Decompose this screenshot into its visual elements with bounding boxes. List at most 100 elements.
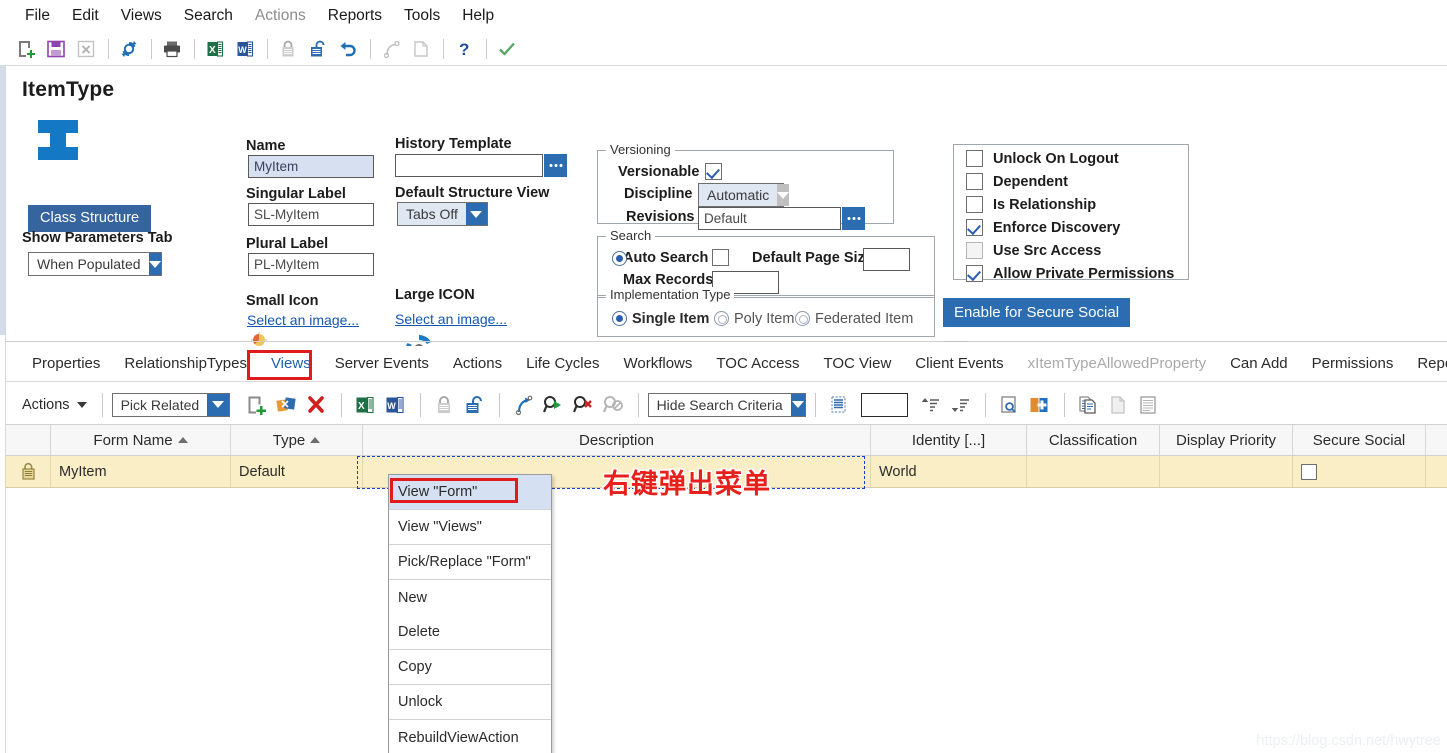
context-menu-item-new[interactable]: New	[389, 580, 551, 615]
menu-item-search[interactable]: Search	[173, 4, 244, 28]
default-structure-view-select[interactable]: Tabs Off	[397, 202, 488, 226]
undo-icon[interactable]	[334, 36, 362, 62]
grid-excel-icon[interactable]: X	[351, 392, 379, 418]
chevron-down-icon[interactable]	[148, 253, 161, 275]
radio-federated-item[interactable]	[795, 311, 810, 326]
tab-can-add[interactable]: Can Add	[1218, 351, 1300, 376]
delete-icon[interactable]	[72, 36, 100, 62]
radio-single-item[interactable]	[612, 311, 627, 326]
menu-item-help[interactable]: Help	[451, 4, 505, 28]
enable-for-secure-social-button[interactable]: Enable for Secure Social	[943, 298, 1130, 327]
grid-search-run-icon[interactable]	[539, 392, 567, 418]
singular-label-input[interactable]: SL-MyItem	[248, 203, 374, 226]
grid-sort-asc-icon[interactable]	[916, 392, 944, 418]
grid-header-form-name[interactable]: Form Name	[51, 425, 231, 455]
radio-poly-item[interactable]	[714, 311, 729, 326]
show-parameters-tab-select[interactable]: When Populated	[28, 252, 162, 276]
is-relationship-checkbox[interactable]	[966, 196, 983, 213]
redo-icon[interactable]	[377, 36, 405, 62]
chevron-down-icon[interactable]	[777, 184, 790, 206]
grid-header-identity[interactable]: Identity [...]	[871, 425, 1027, 455]
history-template-input[interactable]	[395, 154, 543, 177]
auto-search-checkbox[interactable]	[712, 249, 729, 266]
refresh-icon[interactable]	[115, 36, 143, 62]
grid-properties-icon[interactable]	[1134, 392, 1162, 418]
flag-row-allow-private-permissions[interactable]: Allow Private Permissions	[966, 265, 1174, 282]
print-icon[interactable]	[158, 36, 186, 62]
grid-pick-icon[interactable]	[272, 392, 300, 418]
flag-row-enforce-discovery[interactable]: Enforce Discovery	[966, 219, 1120, 236]
grid-undo-icon[interactable]	[509, 392, 537, 418]
row-lock-icon[interactable]	[6, 456, 51, 487]
save-icon[interactable]	[42, 36, 70, 62]
tab-views[interactable]: Views	[259, 351, 323, 376]
row-identity[interactable]: World	[871, 456, 1027, 487]
grid-copy-icon[interactable]	[1074, 392, 1102, 418]
grid-header-classification[interactable]: Classification	[1027, 425, 1160, 455]
done-check-icon[interactable]	[493, 36, 521, 62]
tab-actions[interactable]: Actions	[441, 351, 514, 376]
context-menu-item-view-views[interactable]: View "Views"	[389, 510, 551, 545]
tab-workflows[interactable]: Workflows	[611, 351, 704, 376]
panel-splitter[interactable]	[6, 341, 1447, 342]
row-type[interactable]: Default	[231, 456, 363, 487]
tab-relationshiptypes[interactable]: RelationshipTypes	[112, 351, 259, 376]
chevron-down-icon[interactable]	[465, 203, 487, 225]
versionable-checkbox[interactable]	[705, 163, 722, 180]
grid-paste-icon[interactable]	[1104, 392, 1132, 418]
plural-label-input[interactable]: PL-MyItem	[248, 253, 374, 276]
menu-item-actions[interactable]: Actions	[244, 4, 317, 28]
row-secure-social[interactable]	[1293, 456, 1426, 487]
default-page-size-input[interactable]	[863, 248, 910, 271]
grid-header-secure-social[interactable]: Secure Social	[1293, 425, 1426, 455]
grid-delete-icon[interactable]	[302, 392, 330, 418]
tab-properties[interactable]: Properties	[20, 351, 112, 376]
chevron-down-icon[interactable]	[207, 393, 229, 416]
row-form-name[interactable]: MyItem	[51, 456, 231, 487]
grid-add-column-icon[interactable]	[1025, 392, 1053, 418]
context-menu-item-pick-replace-form[interactable]: Pick/Replace "Form"	[389, 545, 551, 580]
tab-xitemtypeallowedproperty[interactable]: xItemTypeAllowedProperty	[1016, 351, 1218, 376]
grid-unlock-icon[interactable]	[460, 392, 488, 418]
history-template-browse-button[interactable]	[544, 154, 567, 177]
copy-icon[interactable]	[407, 36, 435, 62]
small-icon-select-link[interactable]: Select an image...	[247, 312, 359, 328]
class-structure-button[interactable]: Class Structure	[28, 205, 152, 232]
context-menu-item-view-form[interactable]: View "Form"	[389, 475, 551, 510]
revisions-browse-button[interactable]	[842, 207, 865, 230]
grid-header-description[interactable]: Description	[363, 425, 871, 455]
grid-new-icon[interactable]	[242, 392, 270, 418]
grid-search-off-icon[interactable]	[599, 392, 627, 418]
page-number-input[interactable]	[860, 392, 908, 417]
flag-row-is-relationship[interactable]: Is Relationship	[966, 196, 1096, 213]
tab-toc-view[interactable]: TOC View	[811, 351, 903, 376]
context-menu-item-rebuildviewaction[interactable]: RebuildViewAction	[389, 720, 551, 753]
menu-item-views[interactable]: Views	[110, 4, 173, 28]
flag-row-dependent[interactable]: Dependent	[966, 173, 1068, 190]
hide-search-criteria-select[interactable]: Hide Search Criteria	[647, 392, 806, 417]
new-icon[interactable]	[12, 36, 40, 62]
pick-related-select[interactable]: Pick Related	[111, 392, 230, 417]
tab-server-events[interactable]: Server Events	[323, 351, 441, 376]
allow-private-permissions-checkbox[interactable]	[966, 265, 983, 282]
discipline-select[interactable]: Automatic	[698, 183, 790, 207]
menu-item-tools[interactable]: Tools	[393, 4, 451, 28]
tab-reports[interactable]: Reports	[1405, 351, 1447, 376]
revisions-input[interactable]: Default	[698, 207, 841, 230]
name-input[interactable]: MyItem	[248, 155, 374, 178]
grid-actions-menu-button[interactable]: Actions	[20, 393, 93, 417]
row-secure-social-checkbox[interactable]	[1301, 463, 1317, 480]
flag-row-use-src-access[interactable]: Use Src Access	[966, 242, 1101, 259]
chevron-down-icon[interactable]	[790, 393, 805, 416]
row-display-priority[interactable]	[1160, 456, 1293, 487]
grid-header-type[interactable]: Type	[231, 425, 363, 455]
grid-sort-desc-icon[interactable]	[946, 392, 974, 418]
use-src-access-checkbox[interactable]	[966, 242, 983, 259]
menu-item-edit[interactable]: Edit	[61, 4, 110, 28]
grid-find-icon[interactable]	[995, 392, 1023, 418]
large-icon-select-link[interactable]: Select an image...	[395, 311, 507, 327]
context-menu-item-delete[interactable]: Delete	[389, 615, 551, 650]
splitter-handle[interactable]	[944, 338, 968, 342]
context-menu-item-copy[interactable]: Copy	[389, 650, 551, 685]
unlock-on-logout-checkbox[interactable]	[966, 150, 983, 167]
